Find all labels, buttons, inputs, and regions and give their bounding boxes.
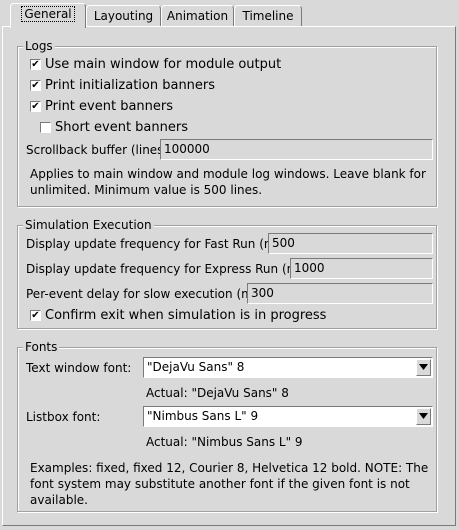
tab-animation-label: Animation — [166, 9, 229, 23]
confirm-exit-label[interactable]: Confirm exit when simulation is in progr… — [45, 308, 326, 324]
confirm-exit-checkbox[interactable]: ✔ — [30, 310, 41, 321]
tab-general-label: General — [21, 6, 75, 22]
print-init-banners-label[interactable]: Print initialization banners — [45, 78, 215, 94]
simulation-execution-title: Simulation Execution — [23, 217, 154, 233]
scrollback-buffer-input[interactable]: 100000 — [160, 139, 433, 160]
tab-general[interactable]: General — [10, 3, 86, 28]
fonts-group-title: Fonts — [23, 339, 60, 355]
fonts-note: Examples: fixed, fixed 12, Courier 8, He… — [30, 461, 429, 507]
tab-timeline[interactable]: Timeline — [234, 5, 302, 26]
scrollback-buffer-label: Scrollback buffer (lines): — [26, 143, 173, 157]
chevron-down-icon[interactable] — [416, 408, 431, 425]
chevron-down-icon[interactable] — [416, 359, 431, 376]
listbox-font-value: "Nimbus Sans L" 9 — [147, 409, 259, 423]
logs-group-title: Logs — [23, 38, 55, 54]
text-window-font-actual: Actual: "DejaVu Sans" 8 — [146, 386, 289, 400]
tab-timeline-label: Timeline — [242, 9, 294, 23]
logs-note: Applies to main window and module log wi… — [30, 167, 426, 197]
text-window-font-select[interactable]: "DejaVu Sans" 8 — [143, 357, 433, 378]
print-event-banners-label[interactable]: Print event banners — [45, 99, 173, 115]
listbox-font-label: Listbox font: — [26, 410, 101, 424]
short-event-banners-label[interactable]: Short event banners — [55, 120, 188, 136]
use-main-window-label[interactable]: Use main window for module output — [45, 57, 281, 73]
fast-run-input[interactable]: 500 — [268, 233, 433, 254]
tab-layouting-label: Layouting — [93, 9, 154, 23]
short-event-banners-checkbox[interactable] — [40, 122, 51, 133]
fast-run-label: Display update frequency for Fast Run (m… — [26, 237, 291, 251]
use-main-window-checkbox[interactable]: ✔ — [30, 59, 41, 70]
slow-delay-label: Per-event delay for slow execution (ms): — [26, 287, 268, 301]
express-run-label: Display update frequency for Express Run… — [26, 262, 314, 276]
tab-layouting[interactable]: Layouting — [86, 5, 161, 26]
text-window-font-label: Text window font: — [26, 361, 132, 375]
express-run-input[interactable]: 1000 — [290, 258, 433, 279]
tab-animation[interactable]: Animation — [161, 5, 234, 26]
listbox-font-actual: Actual: "Nimbus Sans L" 9 — [146, 435, 303, 449]
text-window-font-value: "DejaVu Sans" 8 — [147, 360, 245, 374]
print-event-banners-checkbox[interactable]: ✔ — [30, 101, 41, 112]
listbox-font-select[interactable]: "Nimbus Sans L" 9 — [143, 406, 433, 427]
print-init-banners-checkbox[interactable]: ✔ — [30, 80, 41, 91]
slow-delay-input[interactable]: 300 — [247, 283, 433, 304]
